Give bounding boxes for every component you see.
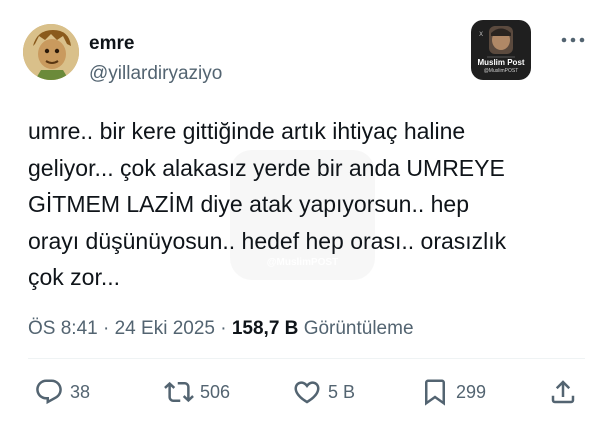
- repost-button[interactable]: 506: [164, 376, 230, 408]
- watermark-badge-name: Muslim Post: [477, 58, 525, 67]
- tweet-text: umre.. bir kere gittiğinde artık ihtiyaç…: [28, 118, 507, 290]
- more-horizontal-icon: [561, 37, 585, 43]
- watermark-logo-badge: X Muslim Post @MuslimPOST: [471, 20, 531, 80]
- repost-icon: [164, 381, 194, 403]
- tweet-time[interactable]: ÖS 8:41: [28, 318, 98, 339]
- views-label: Görüntüleme: [303, 318, 414, 339]
- author-display-name[interactable]: emre: [89, 33, 134, 55]
- share-button[interactable]: [548, 376, 578, 408]
- avatar-image: [23, 24, 79, 80]
- views-count: 158,7 B: [231, 318, 299, 339]
- share-icon: [551, 380, 575, 404]
- reply-button[interactable]: 38: [34, 376, 90, 408]
- reply-icon: [36, 379, 62, 405]
- reply-count: 38: [70, 381, 91, 402]
- svg-text:X: X: [479, 31, 483, 38]
- heart-icon: [294, 381, 320, 404]
- meta-separator: ·: [103, 318, 110, 339]
- bookmark-button[interactable]: 299: [420, 376, 486, 408]
- more-options-button[interactable]: [557, 28, 589, 52]
- bookmark-icon: [425, 379, 445, 406]
- tweet-meta: ÖS 8:41 · 24 Eki 2025 · 158,7 B Görüntül…: [28, 318, 414, 340]
- tweet-date[interactable]: 24 Eki 2025: [115, 318, 215, 339]
- divider: [28, 358, 585, 359]
- author-handle[interactable]: @yillardiryaziyo: [89, 63, 222, 85]
- author-avatar[interactable]: [23, 24, 79, 80]
- bookmark-count: 299: [456, 381, 487, 402]
- watermark-badge-handle: @MuslimPOST: [483, 68, 519, 74]
- meta-separator: ·: [220, 318, 227, 339]
- like-button[interactable]: 5 B: [292, 376, 355, 408]
- like-count: 5 B: [328, 381, 356, 402]
- repost-count: 506: [200, 381, 231, 402]
